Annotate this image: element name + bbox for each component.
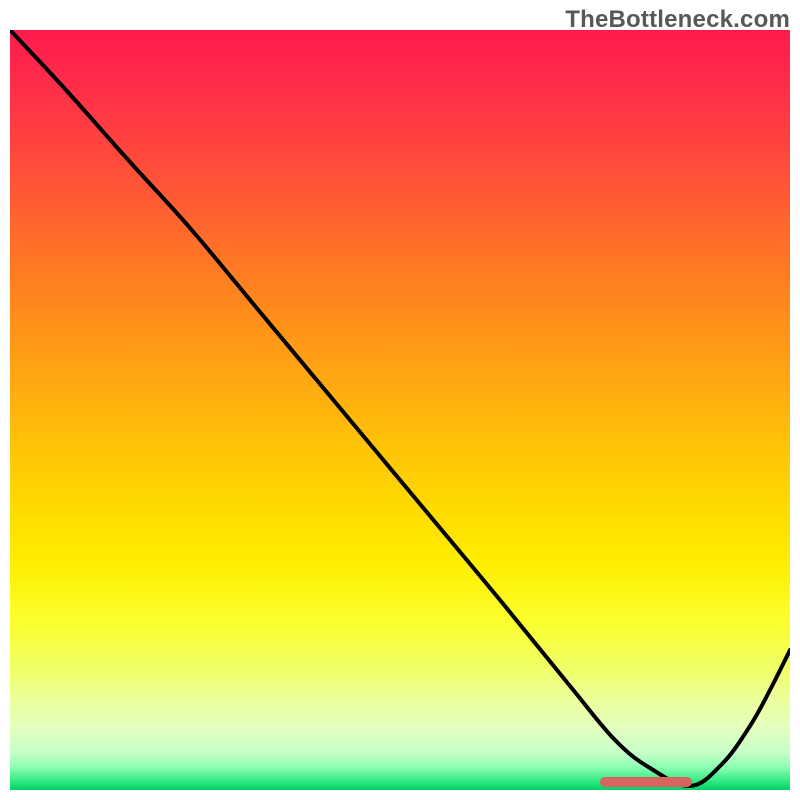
plot-area (10, 30, 790, 790)
curve-path (10, 30, 790, 786)
chart-container: TheBottleneck.com (0, 0, 800, 800)
bottleneck-marker (600, 777, 692, 787)
curve-svg (10, 30, 790, 790)
